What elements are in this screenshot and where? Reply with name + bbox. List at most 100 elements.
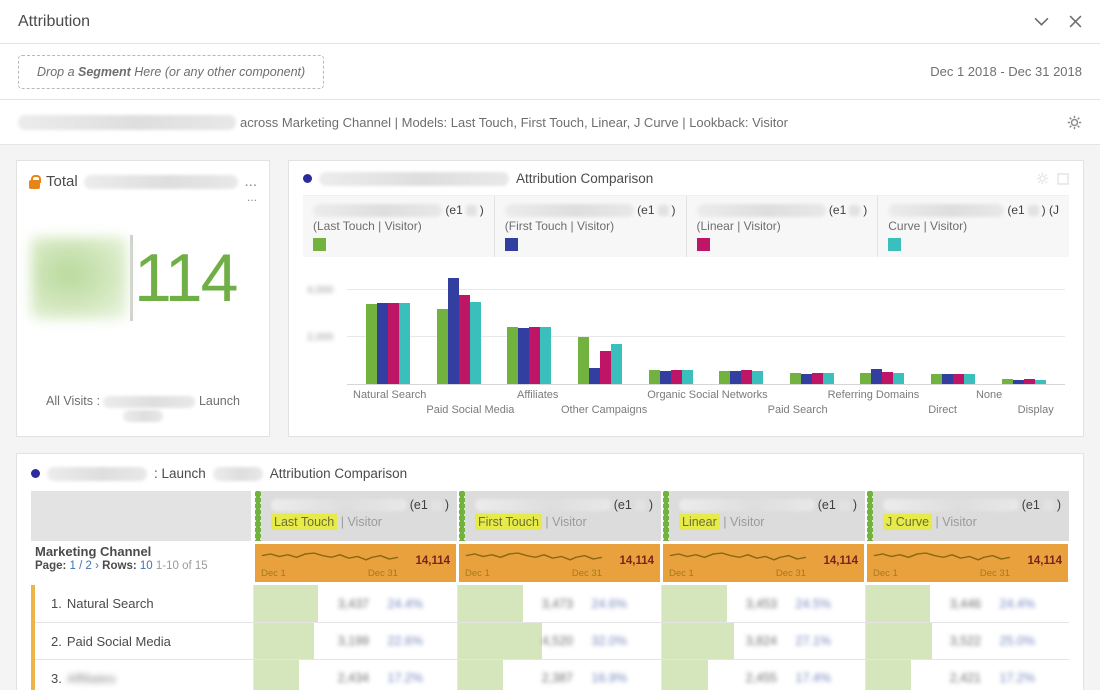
table-cell[interactable]: 2,42117.2%	[865, 660, 1069, 690]
bar[interactable]	[931, 374, 942, 384]
table-cell[interactable]: 3,43724.4%	[253, 585, 457, 622]
table-cell[interactable]: 3,44624.4%	[865, 585, 1069, 622]
drag-handle[interactable]	[255, 491, 261, 541]
row-label[interactable]: 2.Paid Social Media	[31, 623, 253, 659]
legend-item[interactable]: (e1) (Last Touch | Visitor)	[303, 196, 494, 257]
page-links[interactable]: 1 / 2	[70, 560, 92, 572]
bar[interactable]	[823, 373, 834, 384]
bar[interactable]	[366, 304, 377, 384]
bar[interactable]	[649, 370, 660, 385]
bar[interactable]	[600, 351, 611, 384]
column-header-last-touch[interactable]: (e1) Last Touch | Visitor	[253, 491, 457, 541]
bar[interactable]	[611, 344, 622, 384]
row-label[interactable]: 3.Affiliates	[31, 660, 253, 690]
bar[interactable]	[801, 374, 812, 384]
bar[interactable]	[942, 374, 953, 384]
table-cell[interactable]: 2,43417.2%	[253, 660, 457, 690]
bar-group[interactable]	[918, 267, 989, 384]
bar[interactable]	[540, 327, 551, 384]
bar-group[interactable]	[847, 267, 918, 384]
bar[interactable]	[518, 328, 529, 384]
bar[interactable]	[377, 303, 388, 384]
redacted-segment-name	[18, 115, 236, 130]
bar[interactable]	[507, 327, 518, 384]
table-cell[interactable]: 3,19922.6%	[253, 623, 457, 659]
bar[interactable]	[1002, 379, 1013, 384]
cell-bar	[458, 623, 542, 659]
bar[interactable]	[953, 374, 964, 384]
legend-item[interactable]: (e1) (First Touch | Visitor)	[494, 196, 686, 257]
bar-group[interactable]	[635, 267, 706, 384]
bar-group[interactable]	[988, 267, 1059, 384]
table-cell[interactable]: 3,47324.6%	[457, 585, 661, 622]
table-cell[interactable]: 2,45517.4%	[661, 660, 865, 690]
bar-group[interactable]	[565, 267, 636, 384]
bar[interactable]	[871, 369, 882, 384]
bar-group[interactable]	[424, 267, 495, 384]
bar-group[interactable]	[353, 267, 424, 384]
bar-group[interactable]	[494, 267, 565, 384]
settings-gear-icon[interactable]	[1067, 115, 1082, 130]
bar[interactable]	[893, 373, 904, 384]
row-label[interactable]: 1.Natural Search	[31, 585, 253, 622]
bar[interactable]	[882, 372, 893, 384]
cell-bar	[458, 660, 503, 690]
bar[interactable]	[578, 337, 589, 384]
date-range[interactable]: Dec 1 2018 - Dec 31 2018	[930, 64, 1082, 79]
table-header-row: (e1) Last Touch | Visitor (e1) First Tou…	[31, 491, 1069, 541]
chart-export-icon[interactable]	[1057, 172, 1069, 185]
bar[interactable]	[388, 303, 399, 384]
bar[interactable]	[671, 370, 682, 384]
trend-cell[interactable]: Dec 1 Dec 31 14,114	[661, 541, 865, 585]
collapse-chevron-icon[interactable]	[1034, 17, 1049, 26]
bar[interactable]	[741, 370, 752, 384]
cell-bar	[662, 623, 734, 659]
table-cell[interactable]: 2,38716.9%	[457, 660, 661, 690]
drag-handle[interactable]	[867, 491, 873, 541]
bar[interactable]	[812, 373, 823, 384]
bar[interactable]	[399, 303, 410, 384]
bar[interactable]	[660, 371, 671, 384]
table-cell[interactable]: 4,52032.0%	[457, 623, 661, 659]
table-cell[interactable]: 3,52225.0%	[865, 623, 1069, 659]
bar[interactable]	[459, 295, 470, 384]
bar[interactable]	[730, 371, 741, 384]
drag-handle[interactable]	[459, 491, 465, 541]
column-total: 14,114	[619, 555, 654, 567]
legend-item[interactable]: (e1) (Linear | Visitor)	[686, 196, 878, 257]
summary-big-number: 114	[31, 235, 257, 321]
bar[interactable]	[1024, 379, 1035, 384]
bar[interactable]	[470, 302, 481, 384]
rows-per-page[interactable]: 10	[140, 560, 153, 572]
table-cell[interactable]: 3,45324.5%	[661, 585, 865, 622]
bar[interactable]	[860, 373, 871, 384]
cell-pct: 17.4%	[796, 671, 831, 685]
bar[interactable]	[719, 371, 730, 384]
bar[interactable]	[752, 371, 763, 384]
drag-handle[interactable]	[663, 491, 669, 541]
trend-cell[interactable]: Dec 1 Dec 31 14,114	[865, 541, 1069, 585]
bar[interactable]	[790, 373, 801, 384]
close-icon[interactable]	[1069, 15, 1082, 28]
trend-cell[interactable]: Dec 1 Dec 31 14,114	[457, 541, 661, 585]
table-cell[interactable]: 3,82427.1%	[661, 623, 865, 659]
trend-cell[interactable]: Dec 1 Dec 31 14,114	[253, 541, 457, 585]
bar[interactable]	[589, 368, 600, 384]
column-header-j-curve[interactable]: (e1) J Curve | Visitor	[865, 491, 1069, 541]
bar[interactable]	[1013, 380, 1024, 384]
bar[interactable]	[529, 327, 540, 384]
redacted-metric-name	[271, 499, 407, 511]
bar[interactable]	[682, 370, 693, 384]
bar-group[interactable]	[706, 267, 777, 384]
next-page-chevron[interactable]: ›	[95, 560, 99, 572]
column-header-first-touch[interactable]: (e1) First Touch | Visitor	[457, 491, 661, 541]
bar-group[interactable]	[777, 267, 848, 384]
bar[interactable]	[437, 309, 448, 384]
bar[interactable]	[964, 374, 975, 384]
segment-drop-zone[interactable]: Drop a Segment Here (or any other compon…	[18, 55, 324, 89]
bar[interactable]	[448, 278, 459, 384]
bar[interactable]	[1035, 380, 1046, 384]
chart-gear-icon[interactable]	[1036, 172, 1049, 185]
legend-item[interactable]: (e1) (J Curve | Visitor)	[877, 196, 1069, 257]
column-header-linear[interactable]: (e1) Linear | Visitor	[661, 491, 865, 541]
